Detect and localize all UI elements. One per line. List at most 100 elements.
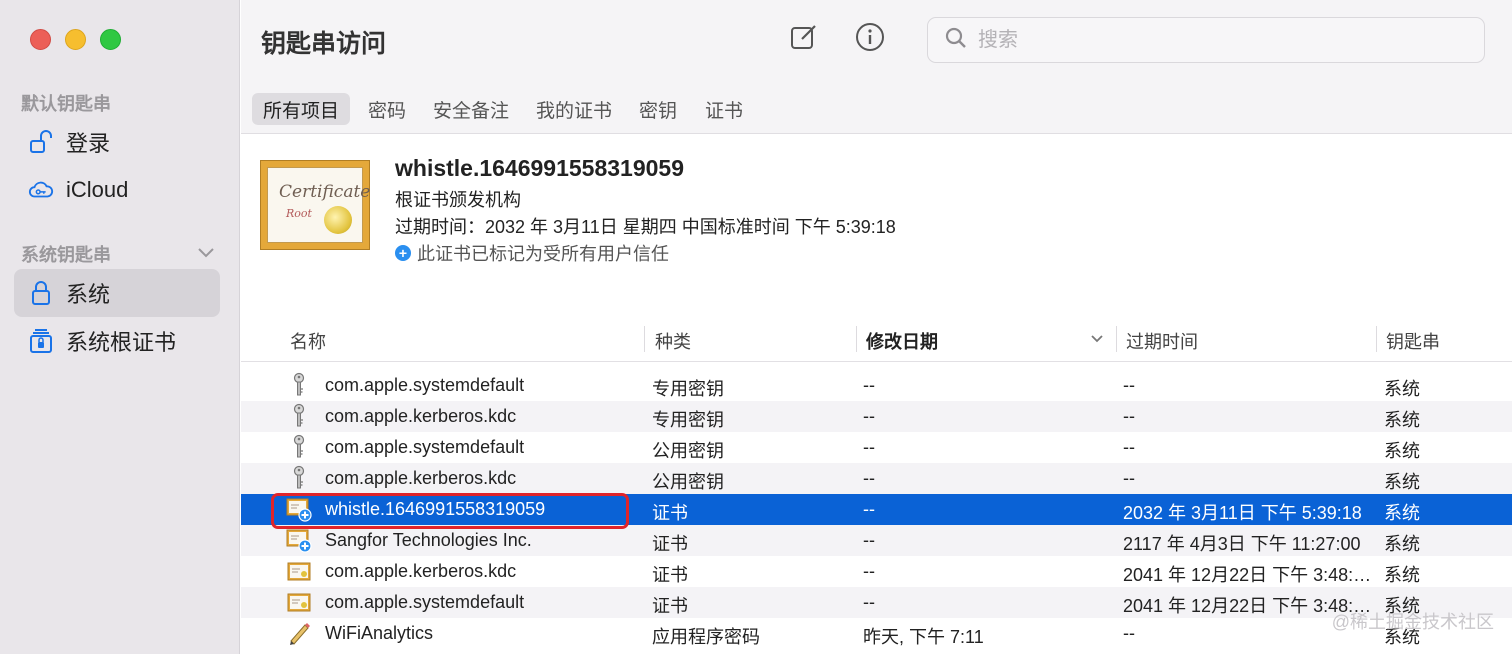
trusted-certificate-icon	[286, 496, 312, 522]
table-row[interactable]: whistle.1646991558319059 证书 -- 2032 年 3月11日…	[241, 494, 1512, 525]
tab-my-certificates[interactable]: 我的证书	[525, 93, 623, 125]
sidebar-item-system[interactable]: 系统	[14, 269, 220, 317]
cell-modified: --	[863, 437, 875, 457]
certificate-art-text: Certificate	[279, 182, 371, 202]
column-header-name[interactable]: 名称	[290, 328, 326, 354]
cell-kind: 证书	[652, 565, 688, 585]
window-title: 钥匙串访问	[261, 30, 387, 58]
tab-certificates[interactable]: 证书	[694, 93, 754, 125]
tab-passwords[interactable]: 密码	[357, 93, 417, 125]
sidebar-item-label: 系统	[66, 282, 111, 307]
tab-keys[interactable]: 密钥	[628, 93, 688, 125]
detail-expiry: 过期时间：2032 年 3月11日 星期四 中国标准时间 下午 5:39:18	[395, 217, 896, 237]
padlock-icon	[28, 280, 54, 306]
cell-keychain: 系统	[1384, 472, 1420, 492]
cell-modified: --	[863, 406, 875, 426]
cell-expires: 2032 年 3月11日 下午 5:39:18	[1123, 503, 1362, 523]
search-field[interactable]	[927, 17, 1485, 63]
cell-keychain: 系统	[1384, 410, 1420, 430]
cell-kind: 专用密钥	[652, 410, 724, 430]
column-divider[interactable]	[1116, 326, 1117, 352]
table-row[interactable]: com.apple.systemdefault 专用密钥 -- -- 系统	[241, 370, 1512, 401]
key-icon	[286, 465, 312, 491]
cell-expires: --	[1123, 468, 1135, 488]
certificate-large-icon: Certificate Root	[260, 160, 370, 250]
table-row[interactable]: Sangfor Technologies Inc. 证书 -- 2117 年 4月3日…	[241, 525, 1512, 556]
close-window-button[interactable]	[30, 29, 51, 50]
key-icon	[286, 434, 312, 460]
cell-kind: 应用程序密码	[652, 627, 760, 647]
sidebar-item-label: 登录	[66, 131, 111, 156]
column-divider[interactable]	[856, 326, 857, 352]
cell-kind: 公用密钥	[652, 472, 724, 492]
cell-keychain: 系统	[1384, 503, 1420, 523]
table-row[interactable]: com.apple.kerberos.kdc 证书 -- 2041 年 12月22日 …	[241, 556, 1512, 587]
category-tabs: 所有项目 密码 安全备注 我的证书 密钥 证书	[241, 82, 1512, 134]
detail-title: whistle.1646991558319059	[395, 155, 685, 181]
cell-modified: --	[863, 530, 875, 550]
column-divider[interactable]	[1376, 326, 1377, 352]
table-row[interactable]: com.apple.systemdefault 公用密钥 -- -- 系统	[241, 432, 1512, 463]
column-divider[interactable]	[644, 326, 645, 352]
cell-expires: --	[1123, 375, 1135, 395]
column-header-kind[interactable]: 种类	[655, 328, 691, 354]
cell-modified: --	[863, 499, 875, 519]
keychain-table: com.apple.systemdefault 专用密钥 -- -- 系统 com.app…	[241, 370, 1512, 649]
column-header-keychain[interactable]: 钥匙串	[1386, 328, 1440, 354]
cloud-icon	[28, 177, 54, 203]
certificate-icon	[286, 558, 312, 584]
chevron-down-icon[interactable]	[196, 244, 216, 260]
unlocked-padlock-icon	[28, 129, 54, 155]
cell-modified: --	[863, 561, 875, 581]
tab-all-items[interactable]: 所有项目	[252, 93, 351, 125]
cell-kind: 公用密钥	[652, 441, 724, 461]
section-default-keychains: 默认钥匙串	[21, 94, 111, 114]
key-icon	[286, 403, 312, 429]
cell-name: Sangfor Technologies Inc.	[325, 530, 532, 550]
cell-kind: 专用密钥	[652, 379, 724, 399]
sidebar-item-label: 系统根证书	[66, 330, 177, 355]
search-icon	[944, 26, 968, 55]
cell-name: com.apple.systemdefault	[325, 375, 525, 395]
window-controls	[30, 29, 121, 50]
sort-descending-icon[interactable]	[1090, 334, 1104, 344]
cell-kind: 证书	[652, 596, 688, 616]
cell-name: com.apple.kerberos.kdc	[325, 468, 517, 488]
cell-keychain: 系统	[1384, 534, 1420, 554]
table-row[interactable]: com.apple.kerberos.kdc 专用密钥 -- -- 系统	[241, 401, 1512, 432]
tab-secure-notes[interactable]: 安全备注	[422, 93, 520, 125]
cell-name: com.apple.systemdefault	[325, 592, 525, 612]
seal-icon	[324, 206, 352, 234]
cell-modified: --	[863, 468, 875, 488]
trusted-plus-icon: +	[395, 245, 411, 261]
cell-modified: --	[863, 375, 875, 395]
table-row[interactable]: com.apple.kerberos.kdc 公用密钥 -- -- 系统	[241, 463, 1512, 494]
new-item-button[interactable]	[787, 22, 821, 56]
compose-icon	[789, 22, 819, 57]
watermark: @稀土掘金技术社区	[1331, 612, 1494, 632]
table-row[interactable]: WiFiAnalytics 应用程序密码 昨天, 下午 7:11 -- 系统	[241, 618, 1512, 649]
search-input[interactable]	[978, 28, 1458, 52]
cell-expires: 2117 年 4月3日 下午 11:27:00	[1123, 534, 1361, 554]
zoom-window-button[interactable]	[100, 29, 121, 50]
sidebar-item-label: iCloud	[66, 177, 129, 202]
sidebar-item-icloud[interactable]: iCloud	[14, 166, 220, 214]
info-button[interactable]	[853, 22, 887, 56]
trust-status-text: 此证书已标记为受所有用户信任	[417, 244, 669, 264]
pencil-icon	[286, 620, 312, 646]
cell-name: com.apple.systemdefault	[325, 437, 525, 457]
minimize-window-button[interactable]	[65, 29, 86, 50]
cell-expires: --	[1123, 437, 1135, 457]
info-icon	[855, 22, 885, 57]
column-header-modified[interactable]: 修改日期	[866, 328, 938, 354]
sidebar-item-login[interactable]: 登录	[14, 118, 220, 166]
cell-name: com.apple.kerberos.kdc	[325, 406, 517, 426]
column-header-expires[interactable]: 过期时间	[1126, 328, 1198, 354]
cell-name: WiFiAnalytics	[325, 623, 434, 643]
sidebar-item-system-roots[interactable]: 系统根证书	[14, 317, 220, 365]
table-row[interactable]: com.apple.systemdefault 证书 -- 2041 年 12月22日…	[241, 587, 1512, 618]
cell-kind: 证书	[652, 534, 688, 554]
certificate-art-sub: Root	[286, 207, 312, 220]
cell-keychain: 系统	[1384, 441, 1420, 461]
cell-modified: 昨天, 下午 7:11	[863, 627, 984, 647]
